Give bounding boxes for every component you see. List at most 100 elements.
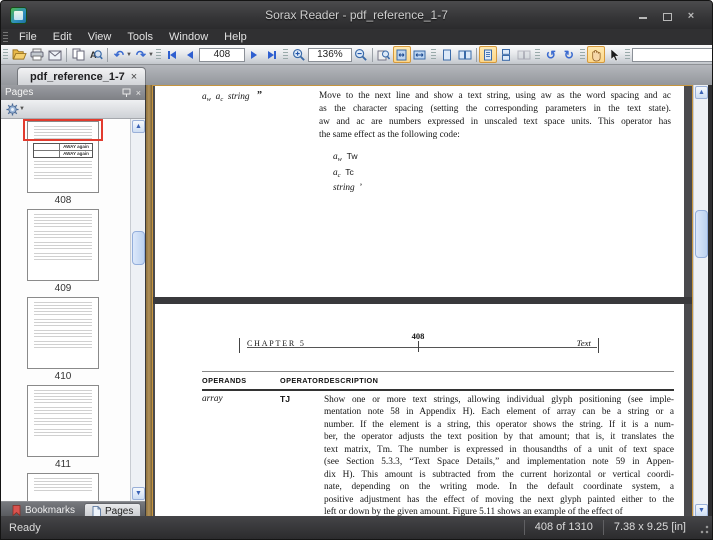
table-header-operator: OPERATOR <box>280 376 324 385</box>
two-page-button[interactable] <box>456 46 474 63</box>
rotate-right-button[interactable]: ↻ <box>560 46 578 63</box>
thumbnail-label: 411 <box>55 459 71 470</box>
menu-view[interactable]: View <box>80 29 120 45</box>
status-bar: Ready 408 of 1310 7.38 x 9.25 [in] <box>1 516 712 539</box>
menu-bar: File Edit View Tools Window Help <box>1 29 712 45</box>
menu-tools[interactable]: Tools <box>119 29 161 45</box>
pdf-paragraph: Move to the next line and show a text st… <box>319 91 671 140</box>
pages-panel-title: Pages <box>5 87 34 98</box>
undo-button[interactable]: ↶ <box>110 46 128 63</box>
zoom-tool-icon <box>377 50 391 60</box>
zoom-tool-button[interactable] <box>375 46 393 63</box>
sidebar-scrollbar[interactable]: ▲ ▼ <box>130 119 145 501</box>
close-icon: × <box>687 10 695 22</box>
search-input[interactable] <box>631 47 712 62</box>
rotate-right-icon: ↻ <box>563 47 574 62</box>
menu-edit[interactable]: Edit <box>45 29 80 45</box>
facing-button[interactable] <box>515 46 533 63</box>
toolbar-separator <box>371 47 373 62</box>
maximize-button[interactable] <box>660 9 674 21</box>
first-page-icon <box>169 50 176 59</box>
pdf-operand-quote: aw ac string ” <box>202 90 262 103</box>
last-page-button[interactable] <box>263 46 281 63</box>
sidebar-scroll-thumb[interactable] <box>132 231 145 265</box>
scroll-up-icon[interactable]: ▲ <box>695 86 708 99</box>
tab-close-icon[interactable]: × <box>131 71 137 83</box>
thumbnail-411[interactable] <box>27 385 99 457</box>
document-scrollbar[interactable]: ▲ ▼ <box>693 85 708 518</box>
continuous-facing-icon <box>501 48 510 61</box>
resize-grip[interactable] <box>696 520 710 535</box>
menu-help[interactable]: Help <box>216 29 255 45</box>
status-page-size: 7.38 x 9.25 [in] <box>602 520 696 535</box>
thumbnail-410[interactable] <box>27 297 99 369</box>
toolbar-grip <box>579 48 585 61</box>
toolbar-grip <box>155 48 161 61</box>
continuous-facing-button[interactable] <box>497 46 515 63</box>
last-page-icon <box>273 50 276 59</box>
close-button[interactable]: × <box>684 9 698 22</box>
find-icon: A <box>90 50 103 60</box>
continuous-button[interactable] <box>478 46 497 63</box>
pdf-code-block: aw Tw ac Tc string ’ <box>333 151 363 193</box>
document-scroll-thumb[interactable] <box>695 210 708 258</box>
fit-page-icon <box>396 49 407 60</box>
thumbnail-409[interactable] <box>27 209 99 281</box>
running-header-section: Text <box>560 338 599 353</box>
bookmark-icon <box>12 505 21 516</box>
rotate-left-button[interactable]: ↺ <box>542 46 560 63</box>
table-rule-bottom <box>202 389 674 391</box>
find-button[interactable]: A <box>87 46 105 63</box>
table-header-description: DESCRIPTION <box>324 376 379 385</box>
running-header-chapter: CHAPTER 5 <box>239 338 306 353</box>
redo-button[interactable]: ↷ <box>132 46 150 63</box>
zoom-out-icon <box>354 48 367 61</box>
single-page-icon <box>442 49 451 60</box>
table-header-operands: OPERANDS <box>202 376 247 385</box>
menu-window[interactable]: Window <box>161 29 216 45</box>
pin-icon[interactable] <box>122 88 131 97</box>
thumbnail-list: AWAY again AWAY again 408 409 410 411 ▲ … <box>1 119 145 501</box>
first-page-button[interactable] <box>163 46 181 63</box>
page-icon <box>92 505 101 517</box>
options-caret-icon: ▼ <box>19 106 25 112</box>
next-page-icon <box>250 50 257 59</box>
undo-icon: ↶ <box>113 47 125 62</box>
scroll-down-icon[interactable]: ▼ <box>132 487 145 500</box>
minimize-icon <box>639 17 647 19</box>
scroll-up-icon[interactable]: ▲ <box>132 120 145 133</box>
window-edge <box>708 85 712 518</box>
prev-page-button[interactable] <box>181 46 199 63</box>
document-viewport[interactable]: aw ac string ” Move to the next line and… <box>152 85 693 518</box>
zoom-level-input[interactable]: 136% <box>307 47 352 62</box>
visible-area-indicator[interactable] <box>23 119 103 141</box>
document-tab[interactable]: pdf_reference_1-7 × <box>17 67 147 85</box>
next-page-button[interactable] <box>245 46 263 63</box>
panel-options-button[interactable]: ▼ <box>6 102 25 116</box>
zoom-in-button[interactable] <box>290 46 308 63</box>
running-header-rule <box>247 347 597 348</box>
fit-page-button[interactable] <box>392 46 411 63</box>
zoom-out-button[interactable] <box>352 46 370 63</box>
thumb-sample-text: AWAY again <box>63 151 89 156</box>
copy-icon <box>72 48 84 61</box>
hand-tool-button[interactable] <box>586 46 605 63</box>
print-button[interactable] <box>28 46 46 63</box>
document-tab-bar: pdf_reference_1-7 × <box>1 65 712 85</box>
status-message: Ready <box>9 521 41 534</box>
thumbnail-partial[interactable] <box>27 473 99 501</box>
table-cell-operator: TJ <box>280 394 291 404</box>
page-number-input[interactable]: 408 <box>198 47 245 62</box>
thumb-table: AWAY again AWAY again <box>33 143 93 158</box>
minimize-button[interactable] <box>636 9 650 21</box>
open-button[interactable] <box>10 46 28 63</box>
running-header-tick <box>418 341 419 352</box>
single-page-button[interactable] <box>438 46 456 63</box>
copy-button[interactable] <box>69 46 87 63</box>
fit-width-button[interactable] <box>411 46 429 63</box>
export-button[interactable] <box>46 46 64 63</box>
panel-close-icon[interactable]: × <box>136 88 141 98</box>
thumbnail-label: 410 <box>54 371 72 382</box>
menu-file[interactable]: File <box>11 29 45 45</box>
select-tool-button[interactable] <box>605 46 623 63</box>
